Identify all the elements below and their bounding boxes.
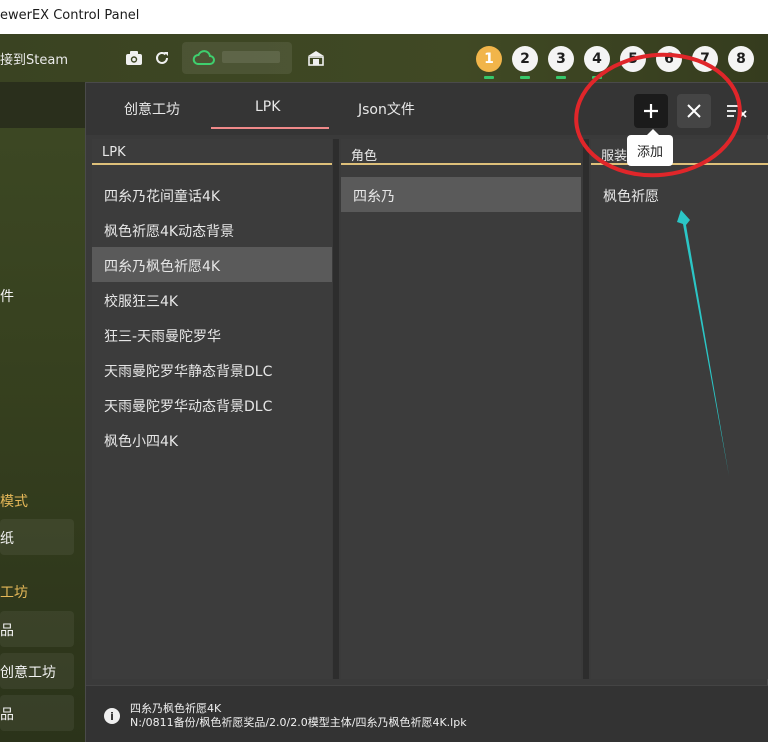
screen-button-2[interactable]: 2 <box>512 46 538 72</box>
sidebar-item-wallpaper[interactable]: 纸 <box>0 519 74 555</box>
column-divider[interactable] <box>333 139 339 679</box>
dialog-header: 创意工坊 LPK Json文件 <box>86 83 768 135</box>
info-icon: i <box>104 708 120 724</box>
screen-button-8[interactable]: 8 <box>728 46 754 72</box>
add-button[interactable] <box>634 94 668 128</box>
screen-indicator-1 <box>484 76 494 79</box>
sidebar-item-files[interactable]: 件 <box>0 286 14 306</box>
close-icon <box>687 104 701 118</box>
role-column-header: 角色 <box>341 139 581 165</box>
tab-workshop[interactable]: 创意工坊 <box>124 99 180 119</box>
selected-file-path: N:/0811备份/枫色祈愿奖品/2.0/2.0模型主体/四糸乃枫色祈愿4K.l… <box>130 716 467 729</box>
sidebar-item-works-2[interactable]: 品 <box>0 695 74 731</box>
screen-button-4[interactable]: 4 <box>584 46 610 72</box>
screen-indicator-2 <box>520 76 530 79</box>
cloud-sync-status[interactable] <box>182 42 292 74</box>
clear-all-button[interactable] <box>720 94 754 128</box>
store-icon[interactable] <box>306 48 326 68</box>
lpk-list-item[interactable]: 狂三-天雨曼陀罗华 <box>92 317 332 352</box>
active-tab-indicator <box>211 127 329 129</box>
plus-icon <box>644 104 658 118</box>
outfit-list-item[interactable]: 枫色祈愿 <box>591 177 768 212</box>
cloud-icon <box>192 50 215 65</box>
lpk-column: LPK 四糸乃花间童话4K 枫色祈愿4K动态背景 四糸乃枫色祈愿4K 校服狂三4… <box>92 139 332 679</box>
add-tooltip: 添加 <box>627 129 674 166</box>
remove-button[interactable] <box>677 94 711 128</box>
lpk-list-item[interactable]: 天雨曼陀罗华动态背景DLC <box>92 387 332 422</box>
refresh-icon[interactable] <box>152 48 172 68</box>
lpk-list-item[interactable]: 枫色祈愿4K动态背景 <box>92 212 332 247</box>
screen-button-5[interactable]: 5 <box>620 46 646 72</box>
column-divider[interactable] <box>583 139 589 679</box>
steam-connect-label[interactable]: 接到Steam <box>0 49 68 68</box>
status-bar: i 四糸乃枫色祈愿4K N:/0811备份/枫色祈愿奖品/2.0/2.0模型主体… <box>86 685 768 742</box>
lpk-list-item[interactable]: 枫色小四4K <box>92 422 332 457</box>
lpk-list-item[interactable]: 天雨曼陀罗华静态背景DLC <box>92 352 332 387</box>
cloud-status-text <box>222 51 280 63</box>
outfit-column: 服装 枫色祈愿 <box>591 139 768 679</box>
lpk-column-header: LPK <box>92 139 332 165</box>
role-column: 角色 四糸乃 <box>341 139 581 679</box>
tab-lpk[interactable]: LPK <box>255 99 280 115</box>
screen-indicator-4 <box>592 76 602 79</box>
sidebar-section-mode: 模式 <box>0 494 28 510</box>
app-root: 接到Steam 1 2 3 4 5 6 7 8 件 模式 纸 工坊 品 创意工坊… <box>0 34 768 742</box>
clear-list-icon <box>727 105 747 118</box>
screen-button-3[interactable]: 3 <box>548 46 574 72</box>
screen-button-1[interactable]: 1 <box>476 46 502 72</box>
sidebar-item-works[interactable]: 品 <box>0 611 74 647</box>
lpk-list-item[interactable]: 校服狂三4K <box>92 282 332 317</box>
top-toolbar: 接到Steam 1 2 3 4 5 6 7 8 <box>0 34 768 82</box>
outfit-column-header: 服装 <box>591 139 768 165</box>
window-titlebar: ewerEX Control Panel <box>0 0 768 34</box>
camera-icon[interactable] <box>124 48 144 68</box>
sidebar-section-workshop: 工坊 <box>0 585 28 601</box>
lpk-list-item-selected[interactable]: 四糸乃枫色祈愿4K <box>92 247 332 282</box>
screen-button-6[interactable]: 6 <box>656 46 682 72</box>
tab-json[interactable]: Json文件 <box>358 99 415 119</box>
screen-button-7[interactable]: 7 <box>692 46 718 72</box>
sidebar-header <box>0 82 88 128</box>
lpk-dialog: 创意工坊 LPK Json文件 LPK 四糸乃花间童话4K 枫色祈愿4K动态背景… <box>85 82 768 742</box>
role-list-item-selected[interactable]: 四糸乃 <box>341 177 581 212</box>
window-title: ewerEX Control Panel <box>0 8 140 23</box>
lpk-list-item[interactable]: 四糸乃花间童话4K <box>92 177 332 212</box>
sidebar-item-creative-workshop[interactable]: 创意工坊 <box>0 653 74 689</box>
screen-indicator-3 <box>556 76 566 79</box>
